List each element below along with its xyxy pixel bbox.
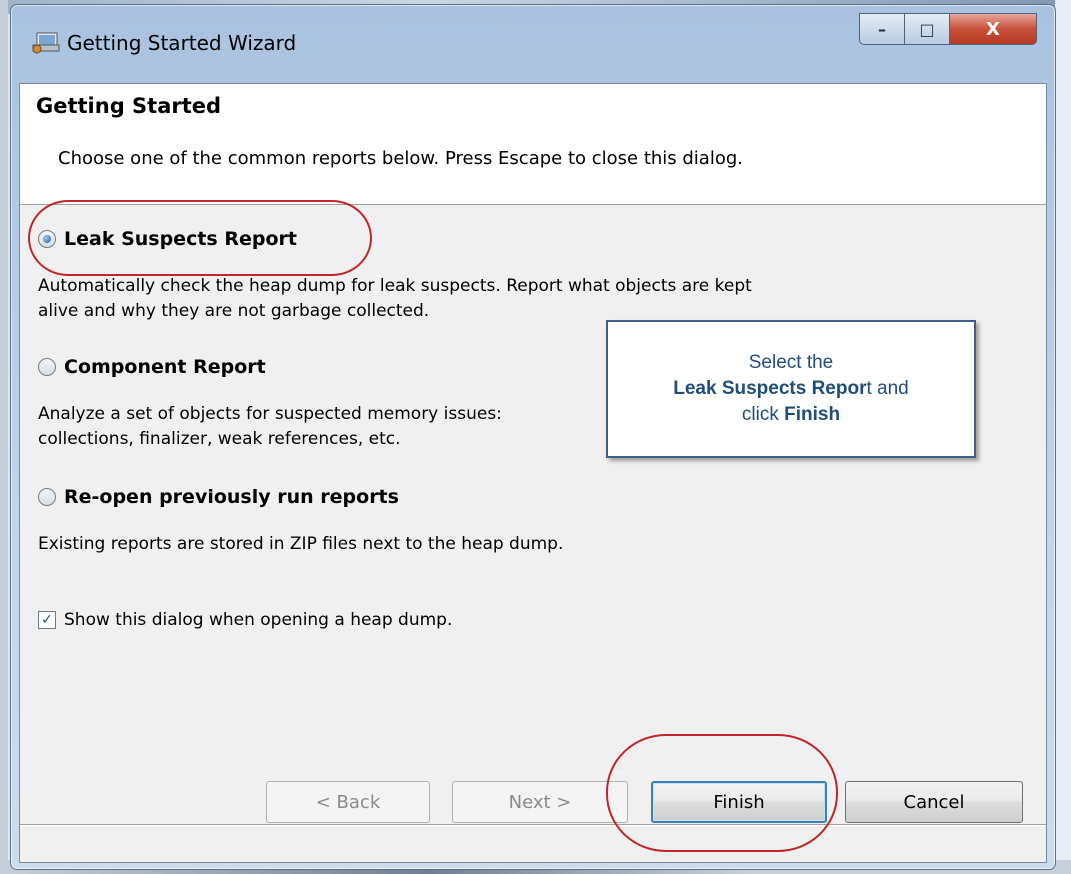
callout-emphasis-report: Leak Suspects Repor	[673, 378, 867, 399]
highlight-ring-finish	[606, 734, 838, 852]
minimize-icon: –	[878, 19, 886, 39]
radio-reopen-reports[interactable]: Re-open previously run reports	[38, 486, 399, 508]
page-title: Getting Started	[36, 94, 222, 118]
callout-emphasis-finish: Finish	[784, 404, 841, 425]
callout-line-3: click Finish	[742, 402, 840, 428]
show-dialog-checkbox-label: Show this dialog when opening a heap dum…	[64, 610, 453, 630]
checkmark-icon: ✓	[41, 612, 53, 628]
radio-button-icon[interactable]	[38, 358, 56, 376]
radio-label-reopen-reports: Re-open previously run reports	[64, 486, 399, 508]
callout-line-2: Leak Suspects Report and	[673, 376, 909, 402]
wizard-app-icon	[32, 32, 60, 54]
minimize-button[interactable]: –	[859, 13, 905, 45]
footer-divider-highlight	[20, 825, 1046, 826]
close-icon: X	[986, 18, 1000, 40]
show-dialog-checkbox-row[interactable]: ✓ Show this dialog when opening a heap d…	[38, 610, 452, 630]
background-left-edge	[0, 0, 8, 874]
option-description-leak-suspects: Automatically check the heap dump for le…	[38, 274, 938, 324]
show-dialog-checkbox[interactable]: ✓	[38, 611, 56, 629]
window-title: Getting Started Wizard	[67, 31, 297, 55]
wizard-header: Getting Started Choose one of the common…	[20, 84, 1046, 205]
back-button[interactable]: < Back	[266, 781, 430, 823]
description-line: Existing reports are stored in ZIP files…	[38, 534, 564, 554]
radio-component-report[interactable]: Component Report	[38, 356, 266, 378]
background-right-edge	[1055, 0, 1071, 874]
next-button[interactable]: Next >	[452, 781, 628, 823]
highlight-ring-leak-suspects	[28, 200, 372, 276]
callout-line-1: Select the	[748, 352, 834, 373]
close-button[interactable]: X	[949, 13, 1037, 45]
cancel-button[interactable]: Cancel	[845, 781, 1023, 823]
callout-line-3-prefix: click	[741, 404, 785, 425]
maximize-button[interactable]: □	[904, 13, 950, 45]
option-description-reopen-reports: Existing reports are stored in ZIP files…	[38, 532, 938, 557]
radio-label-component-report: Component Report	[64, 356, 266, 378]
description-line: Automatically check the heap dump for le…	[38, 276, 752, 296]
callout-line-2-rest: t and	[866, 378, 909, 399]
page-description: Choose one of the common reports below. …	[58, 148, 744, 169]
instruction-callout: Select the Leak Suspects Report and clic…	[606, 320, 976, 458]
maximize-icon: □	[919, 19, 935, 39]
radio-button-icon[interactable]	[38, 488, 56, 506]
